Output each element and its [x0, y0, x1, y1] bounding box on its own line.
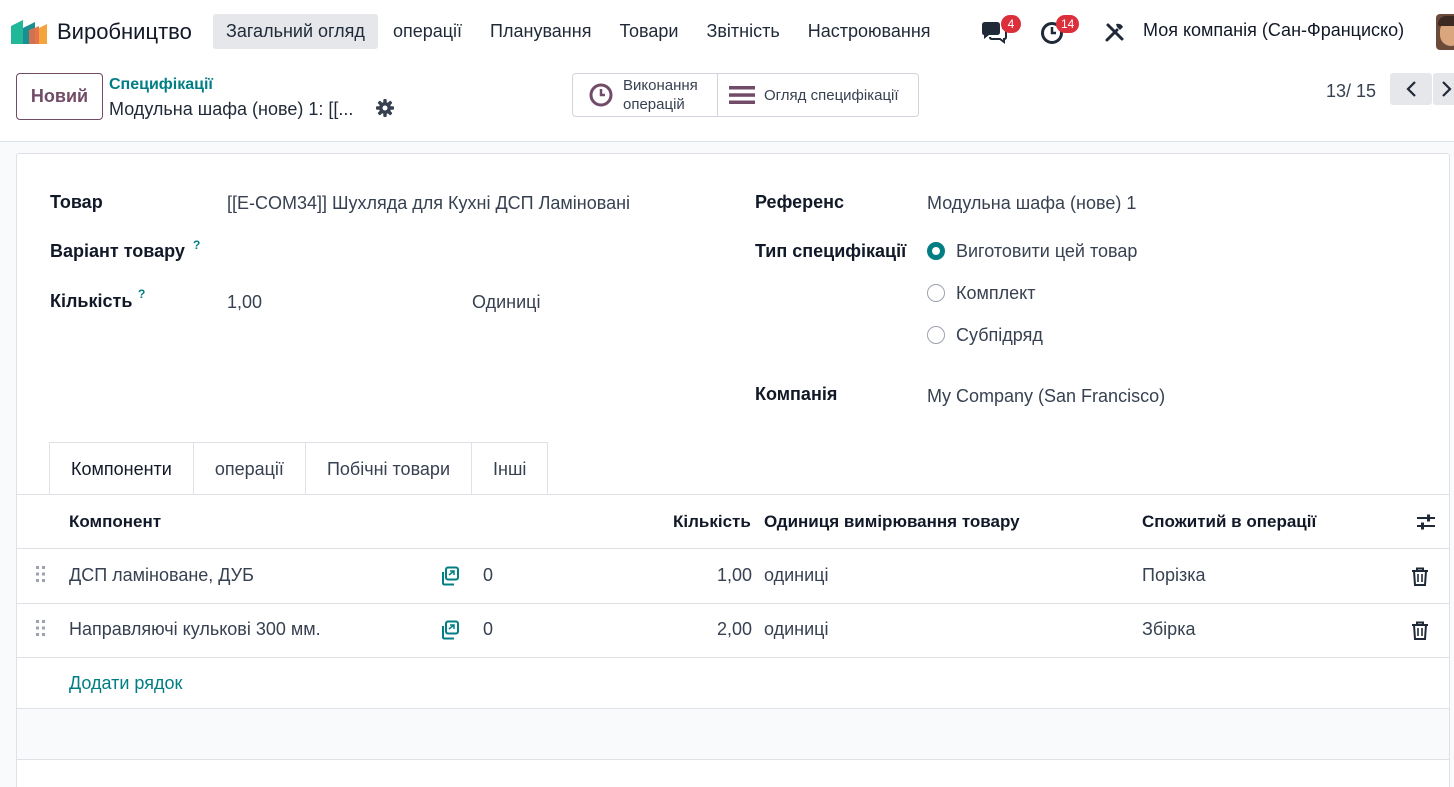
menu-operations[interactable]: операції: [380, 14, 475, 49]
drag-handle-icon[interactable]: [35, 619, 47, 637]
messages-badge: 4: [1001, 15, 1021, 33]
pager-next-button[interactable]: [1433, 73, 1454, 105]
bom-type-radio-kit[interactable]: [927, 284, 945, 302]
reference-label: Референс: [755, 192, 844, 212]
table-row[interactable]: ДСП ламіноване, ДУБ 0 1,00 одиниці Поріз…: [17, 549, 1449, 603]
component-availability: 0: [483, 565, 494, 585]
component-quantity[interactable]: 2,00: [617, 619, 752, 640]
bom-overview-button[interactable]: Огляд специфікації: [717, 73, 919, 117]
tab-operations[interactable]: операції: [192, 442, 306, 494]
activities-badge: 14: [1056, 15, 1080, 33]
control-panel: Новий Специфікації Модульна шафа (нове) …: [0, 64, 1454, 142]
tabs-divider: [17, 494, 1449, 495]
product-label: Товар: [50, 192, 103, 212]
quantity-label: Кількість: [50, 291, 133, 311]
component-uom[interactable]: одиниці: [764, 565, 828, 586]
tab-components[interactable]: Компоненти: [49, 442, 194, 495]
bom-type-label: Тип специфікації: [755, 241, 907, 261]
chevron-left-icon: [1406, 81, 1416, 97]
component-availability: 0: [483, 619, 494, 639]
drag-handle-icon[interactable]: [35, 565, 47, 583]
messages-button[interactable]: 4: [980, 15, 1021, 48]
component-name[interactable]: ДСП ламіноване, ДУБ: [69, 565, 254, 586]
column-header-quantity[interactable]: Кількість: [673, 512, 751, 532]
top-navbar: Виробництво Загальний огляд операції Пла…: [0, 0, 1454, 64]
bom-type-option-subcontracting[interactable]: Субпідряд: [956, 325, 1043, 346]
company-field[interactable]: My Company (San Francisco): [927, 386, 1165, 407]
variant-help-tooltip[interactable]: ?: [193, 238, 200, 252]
component-operation[interactable]: Збірка: [1142, 619, 1195, 640]
component-quantity[interactable]: 1,00: [617, 565, 752, 586]
record-name: Модульна шафа (нове) 1: [[...: [109, 99, 354, 119]
operations-performance-button[interactable]: Виконання операцій: [572, 73, 719, 117]
quantity-field[interactable]: 1,00: [227, 292, 262, 313]
table-footer: [17, 708, 1449, 760]
menu-products[interactable]: Товари: [606, 14, 691, 49]
debug-tools-icon[interactable]: [1104, 21, 1126, 43]
column-header-component[interactable]: Компонент: [69, 512, 161, 532]
new-button[interactable]: Новий: [16, 73, 103, 120]
notebook-tabs: Компоненти операції Побічні товари Інші: [49, 442, 549, 495]
bom-type-option-kit[interactable]: Комплект: [956, 283, 1035, 304]
menu-overview[interactable]: Загальний огляд: [213, 14, 378, 49]
pager-value[interactable]: 13/ 15: [1326, 81, 1376, 102]
component-uom[interactable]: одиниці: [764, 619, 828, 640]
activities-button[interactable]: 14: [1040, 15, 1088, 48]
availability-copy-icon[interactable]: [440, 620, 460, 640]
component-name[interactable]: Направляючі кулькові 300 мм.: [69, 619, 321, 640]
quantity-uom: Одиниці: [472, 292, 541, 312]
trash-icon[interactable]: [1411, 621, 1429, 640]
trash-icon[interactable]: [1411, 567, 1429, 586]
add-line-link[interactable]: Додати рядок: [69, 673, 182, 694]
clock-icon: [589, 83, 613, 107]
variant-field[interactable]: [227, 241, 707, 265]
menu-planning[interactable]: Планування: [477, 14, 604, 49]
optional-columns-icon[interactable]: [1416, 513, 1436, 531]
manufacturing-app-icon[interactable]: [11, 20, 47, 44]
availability-copy-icon[interactable]: [440, 566, 460, 586]
quantity-help-tooltip[interactable]: ?: [138, 287, 145, 301]
company-switcher[interactable]: Моя компанія (Сан-Франциско): [1143, 20, 1404, 41]
user-avatar[interactable]: [1436, 14, 1454, 50]
bom-type-radio-subcontracting[interactable]: [927, 326, 945, 344]
variant-label: Варіант товару: [50, 241, 185, 261]
row-divider: [17, 657, 1449, 658]
company-label: Компанія: [755, 384, 838, 404]
column-header-uom[interactable]: Одиниця вимірювання товару: [764, 512, 1020, 532]
table-row[interactable]: Направляючі кулькові 300 мм. 0 2,00 один…: [17, 604, 1449, 657]
bom-type-radio-manufacture[interactable]: [927, 242, 945, 260]
product-field[interactable]: [[E-COM34]] Шухляда для Кухні ДСП Ламіно…: [227, 193, 630, 214]
main-menu: Загальний огляд операції Планування Това…: [213, 14, 946, 49]
app-title[interactable]: Виробництво: [57, 19, 192, 45]
reference-field[interactable]: Модульна шафа (нове) 1: [927, 193, 1136, 214]
menu-configuration[interactable]: Настроювання: [795, 14, 944, 49]
column-header-operation[interactable]: Спожитий в операції: [1142, 512, 1316, 532]
tab-miscellaneous[interactable]: Інші: [471, 442, 549, 494]
bom-overview-label: Огляд специфікації: [764, 86, 899, 104]
operations-line-1: Виконання: [623, 77, 698, 94]
component-operation[interactable]: Порізка: [1142, 565, 1206, 586]
menu-reporting[interactable]: Звітність: [693, 14, 792, 49]
breadcrumb-bom-list[interactable]: Специфікації: [109, 76, 213, 94]
gear-icon[interactable]: [375, 98, 395, 118]
list-icon: [729, 86, 755, 104]
form-sheet: Товар [[E-COM34]] Шухляда для Кухні ДСП …: [16, 153, 1450, 787]
pager-previous-button[interactable]: [1390, 73, 1432, 105]
chevron-right-icon: [1442, 81, 1452, 97]
tab-byproducts[interactable]: Побічні товари: [304, 442, 473, 494]
bom-type-option-manufacture[interactable]: Виготовити цей товар: [956, 241, 1137, 262]
operations-line-2: операцій: [623, 96, 685, 113]
